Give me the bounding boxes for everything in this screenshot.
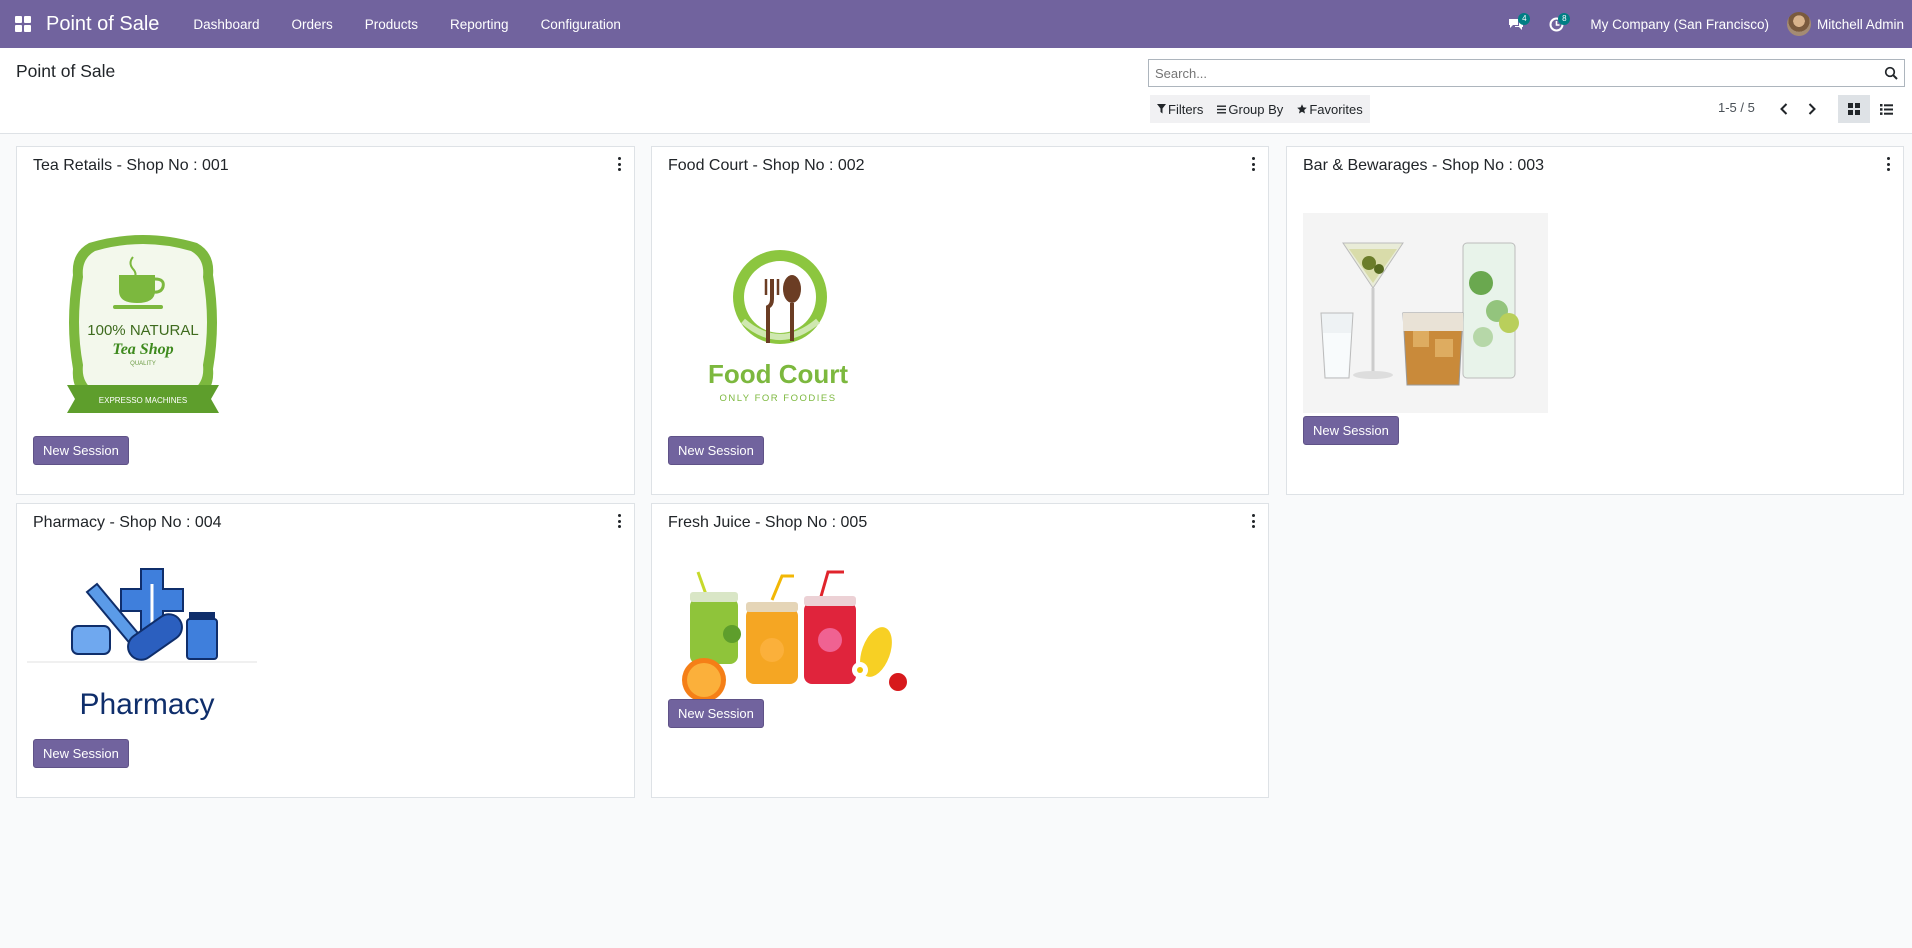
list-icon xyxy=(1879,103,1893,115)
cocktail-glasses-image xyxy=(1303,213,1548,413)
food-court-logo-text: Food Court xyxy=(708,359,848,389)
menu-reporting[interactable]: Reporting xyxy=(434,0,525,48)
menu-products[interactable]: Products xyxy=(349,0,434,48)
pos-card-food-court[interactable]: Food Court - Shop No : 002 Food Court ON… xyxy=(651,146,1269,495)
star-icon xyxy=(1297,104,1308,114)
bars-icon xyxy=(1217,105,1227,113)
avatar xyxy=(1786,12,1811,36)
favorites-label: Favorites xyxy=(1309,101,1363,117)
app-brand[interactable]: Point of Sale xyxy=(46,13,159,36)
tea-logo-text-4: EXPRESSO MACHINES xyxy=(99,396,187,405)
favorites-button[interactable]: Favorites xyxy=(1290,95,1369,123)
control-panel: Point of Sale Filters Group By Favorites… xyxy=(0,48,1912,134)
pharmacy-logo-text: Pharmacy xyxy=(79,688,214,721)
kanban-icon xyxy=(1848,103,1860,115)
search-bar[interactable] xyxy=(1148,59,1905,87)
activity-menu[interactable]: 8 xyxy=(1536,0,1576,48)
kanban-view-button[interactable] xyxy=(1838,95,1870,123)
apps-menu-icon[interactable] xyxy=(0,0,46,48)
card-dropdown-toggle[interactable] xyxy=(616,157,622,171)
card-dropdown-toggle[interactable] xyxy=(616,514,622,528)
card-title: Tea Retails - Shop No : 001 xyxy=(33,157,229,174)
card-title: Fresh Juice - Shop No : 005 xyxy=(668,514,868,531)
page-title: Point of Sale xyxy=(16,61,116,81)
pager-previous-button[interactable] xyxy=(1770,96,1798,122)
group-by-button[interactable]: Group By xyxy=(1210,95,1290,123)
top-navbar: Point of Sale Dashboard Orders Products … xyxy=(0,0,1912,48)
search-icon[interactable] xyxy=(1884,66,1898,80)
menu-orders[interactable]: Orders xyxy=(275,0,348,48)
messaging-menu[interactable]: 4 xyxy=(1496,0,1536,48)
messages-count-badge: 4 xyxy=(1518,13,1531,25)
company-switcher[interactable]: My Company (San Francisco) xyxy=(1576,17,1787,32)
tea-logo-text-3: QUALITY xyxy=(130,361,156,367)
search-options: Filters Group By Favorites xyxy=(1150,95,1370,123)
food-court-logo: Food Court ONLY FOR FOODIES xyxy=(708,250,848,404)
filters-button[interactable]: Filters xyxy=(1150,95,1210,123)
user-name: Mitchell Admin xyxy=(1816,16,1904,32)
card-title: Pharmacy - Shop No : 004 xyxy=(33,514,222,531)
card-dropdown-toggle[interactable] xyxy=(1885,157,1891,171)
pos-card-pharmacy[interactable]: Pharmacy - Shop No : 004 Pharmacy New Se… xyxy=(16,503,635,798)
pos-card-tea-retails[interactable]: Tea Retails - Shop No : 001 100% NATURAL… xyxy=(16,146,635,495)
group-by-label: Group By xyxy=(1228,101,1284,117)
fresh-juice-image xyxy=(682,570,907,702)
card-title: Food Court - Shop No : 002 xyxy=(668,157,865,174)
menu-dashboard[interactable]: Dashboard xyxy=(177,0,275,48)
systray: 4 8 My Company (San Francisco) Mitchell … xyxy=(1496,0,1912,48)
card-dropdown-toggle[interactable] xyxy=(1250,514,1256,528)
new-session-button[interactable]: New Session xyxy=(668,699,764,728)
new-session-button[interactable]: New Session xyxy=(668,436,764,465)
tea-shop-logo: 100% NATURAL Tea Shop QUALITY EXPRESSO M… xyxy=(67,235,219,413)
menu-configuration[interactable]: Configuration xyxy=(525,0,637,48)
new-session-button[interactable]: New Session xyxy=(33,739,129,768)
view-switcher xyxy=(1838,95,1902,123)
filters-label: Filters xyxy=(1168,101,1204,117)
tea-logo-text-2: Tea Shop xyxy=(112,341,173,358)
filter-icon xyxy=(1157,104,1166,114)
pager-nav xyxy=(1770,96,1826,122)
new-session-button[interactable]: New Session xyxy=(1303,416,1399,445)
list-view-button[interactable] xyxy=(1870,95,1902,123)
food-court-tagline: ONLY FOR FOODIES xyxy=(719,393,836,404)
pager-value[interactable]: 1-5 / 5 xyxy=(1718,100,1755,115)
tea-logo-text-1: 100% NATURAL xyxy=(87,322,198,339)
pager-next-button[interactable] xyxy=(1798,96,1826,122)
user-menu[interactable]: Mitchell Admin xyxy=(1786,12,1912,36)
activities-count-badge: 8 xyxy=(1558,13,1571,25)
card-title: Bar & Bewarages - Shop No : 003 xyxy=(1303,157,1545,174)
pos-card-fresh-juice[interactable]: Fresh Juice - Shop No : 005 New Session xyxy=(651,503,1269,798)
card-dropdown-toggle[interactable] xyxy=(1250,157,1256,171)
search-input[interactable] xyxy=(1149,60,1869,86)
chevron-left-icon xyxy=(1780,103,1788,115)
new-session-button[interactable]: New Session xyxy=(33,436,129,465)
chevron-right-icon xyxy=(1808,103,1816,115)
pharmacy-logo: Pharmacy xyxy=(27,568,257,721)
pos-card-bar-bewarages[interactable]: Bar & Bewarages - Shop No : 003 New Sess… xyxy=(1286,146,1904,495)
